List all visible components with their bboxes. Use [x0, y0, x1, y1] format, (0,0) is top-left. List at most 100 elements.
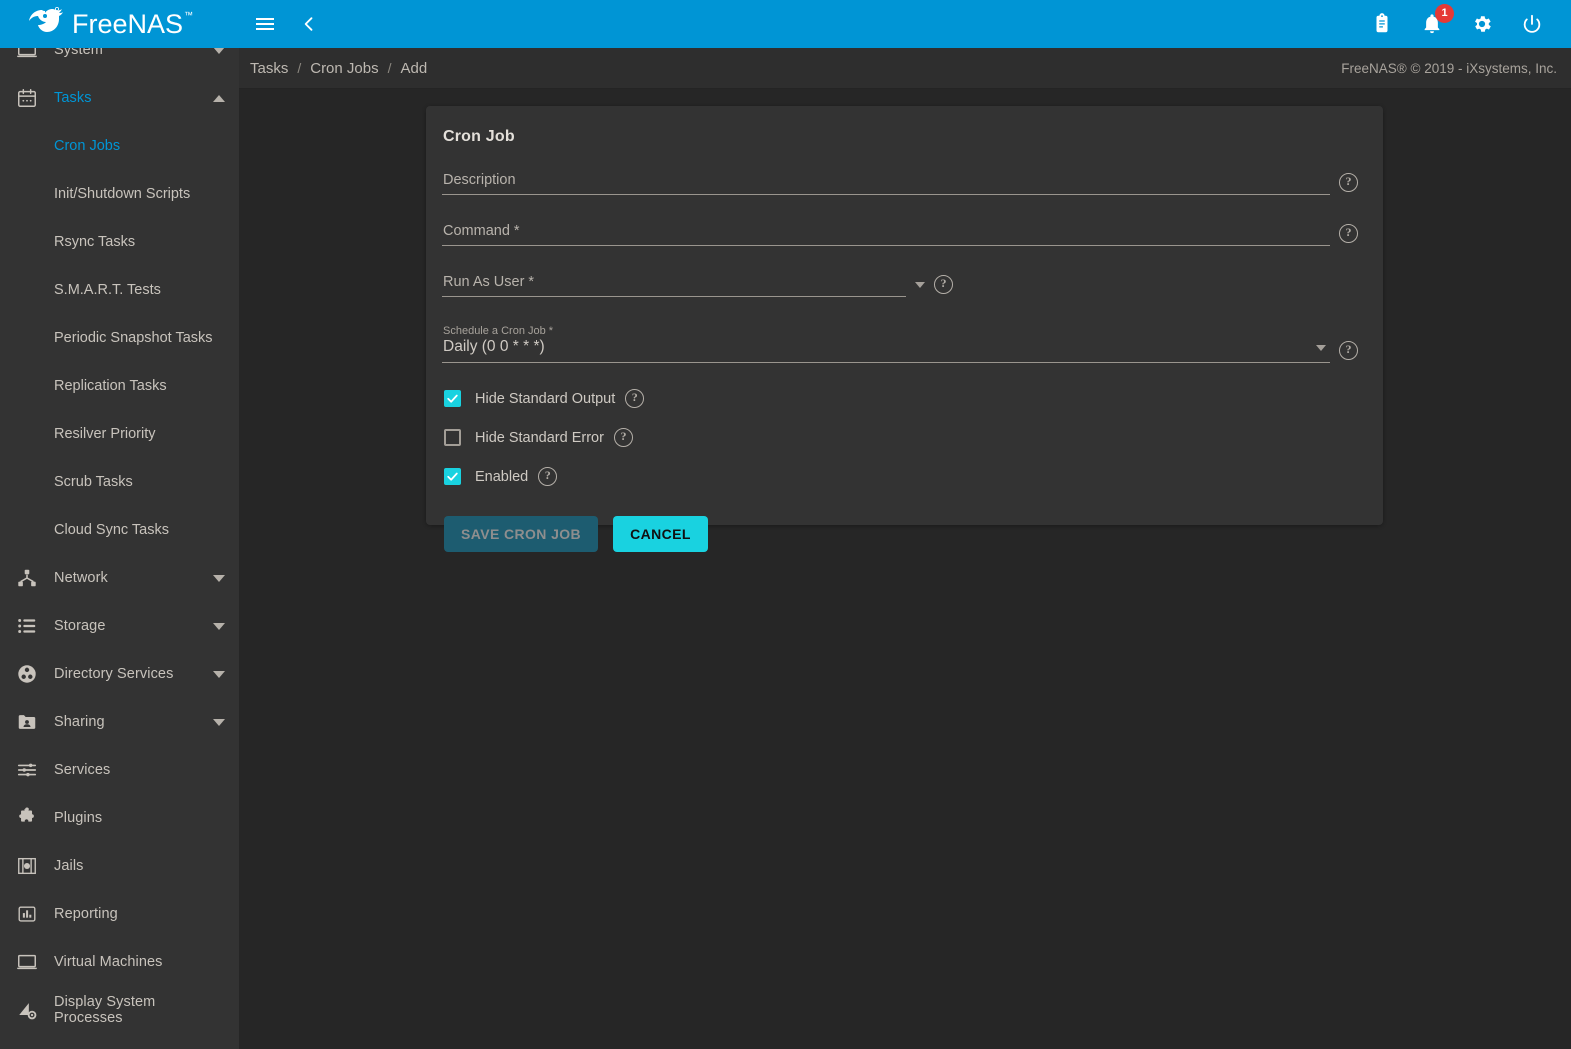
- clipboard-icon[interactable]: [1369, 11, 1395, 37]
- description-help-icon[interactable]: ?: [1339, 173, 1358, 192]
- monitor-icon: [12, 950, 42, 974]
- svg-text:FreeNAS: FreeNAS: [72, 9, 183, 39]
- breadcrumb-item-cron-jobs[interactable]: Cron Jobs: [310, 60, 378, 77]
- run-as-user-help-icon[interactable]: ?: [934, 275, 953, 294]
- sidebar-subitem-smart-tests[interactable]: S.M.A.R.T. Tests: [0, 266, 239, 314]
- description-input[interactable]: Description: [442, 172, 1330, 195]
- sidebar-item-network[interactable]: Network: [0, 554, 239, 602]
- sidebar-item-label: Network: [54, 570, 108, 586]
- form-title: Cron Job: [443, 128, 515, 145]
- sidebar-item-tasks[interactable]: Tasks: [0, 74, 239, 122]
- sidebar-item-jails[interactable]: Jails: [0, 842, 239, 890]
- processes-icon: [12, 998, 42, 1022]
- notifications-bell-icon[interactable]: 1: [1419, 4, 1454, 37]
- run-as-user-select[interactable]: Run As User *: [442, 274, 906, 297]
- schedule-help-icon[interactable]: ?: [1339, 341, 1358, 360]
- breadcrumb-separator: /: [297, 60, 302, 76]
- freenas-logo-icon: FreeNAS ™: [29, 7, 193, 39]
- sidebar-item-display-system-processes[interactable]: Display System Processes: [0, 986, 239, 1034]
- sidebar-subitem-label: S.M.A.R.T. Tests: [54, 282, 161, 298]
- enabled-row[interactable]: Enabled ?: [444, 467, 1365, 486]
- sidebar-item-services[interactable]: Services: [0, 746, 239, 794]
- bar-chart-icon: [12, 902, 42, 926]
- hamburger-menu-icon[interactable]: [252, 11, 278, 37]
- sidebar-subitem-label: Replication Tasks: [54, 378, 167, 394]
- sidebar-item-sharing[interactable]: Sharing: [0, 698, 239, 746]
- sidebar-nav: System Tasks Cron Jobs Init/Shutdown Scr…: [0, 48, 239, 1049]
- schedule-label: Schedule a Cron Job *: [443, 325, 554, 337]
- freenas-logo[interactable]: FreeNAS ™: [0, 0, 240, 48]
- chevron-left-icon[interactable]: [296, 11, 322, 37]
- sidebar-subitem-label: Init/Shutdown Scripts: [54, 186, 191, 202]
- sidebar-item-label: Directory Services: [54, 666, 174, 682]
- schedule-field-row: Schedule a Cron Job * Daily (0 0 * * *) …: [442, 325, 1365, 363]
- enabled-checkbox[interactable]: [444, 468, 461, 485]
- sidebar-item-label: System: [54, 48, 103, 58]
- sidebar-item-label: Sharing: [54, 714, 105, 730]
- command-label: Command *: [443, 223, 520, 239]
- chevron-down-icon[interactable]: [1316, 345, 1326, 351]
- sidebar-subitem-periodic-snapshot-tasks[interactable]: Periodic Snapshot Tasks: [0, 314, 239, 362]
- chevron-down-icon[interactable]: [213, 48, 225, 54]
- chevron-down-icon[interactable]: [213, 670, 225, 678]
- sidebar-item-reporting[interactable]: Reporting: [0, 890, 239, 938]
- sidebar-item-label: Reporting: [54, 906, 118, 922]
- sidebar-item-directory-services[interactable]: Directory Services: [0, 650, 239, 698]
- hide-standard-error-checkbox[interactable]: [444, 429, 461, 446]
- sidebar-subitem-cron-jobs[interactable]: Cron Jobs: [0, 122, 239, 170]
- hide-standard-output-help-icon[interactable]: ?: [625, 389, 645, 408]
- sidebar-item-label: Services: [54, 762, 111, 778]
- sidebar-subitem-resilver-priority[interactable]: Resilver Priority: [0, 410, 239, 458]
- chevron-down-icon[interactable]: [213, 718, 225, 726]
- sidebar-tasks-submenu: Cron Jobs Init/Shutdown Scripts Rsync Ta…: [0, 122, 239, 554]
- jail-bars-icon: [12, 854, 42, 878]
- form-actions: SAVE CRON JOB CANCEL: [444, 516, 1365, 552]
- sidebar-item-system[interactable]: System: [0, 48, 239, 74]
- chevron-up-icon[interactable]: [213, 94, 225, 102]
- description-field-row: Description ?: [442, 172, 1365, 195]
- chevron-down-icon[interactable]: [915, 282, 925, 288]
- enabled-help-icon[interactable]: ?: [538, 467, 558, 486]
- run-as-user-field-row: Run As User * ?: [442, 274, 1365, 297]
- svg-text:™: ™: [184, 10, 193, 20]
- hide-standard-output-label: Hide Standard Output: [475, 390, 616, 407]
- hide-standard-error-row[interactable]: Hide Standard Error ?: [444, 428, 1365, 447]
- sidebar-subitem-label: Cloud Sync Tasks: [54, 522, 169, 538]
- directory-services-icon: [12, 662, 42, 686]
- desktop-icon: [12, 48, 42, 62]
- sidebar-subitem-label: Periodic Snapshot Tasks: [54, 330, 213, 346]
- notification-badge: 1: [1435, 4, 1454, 23]
- breadcrumb-separator: /: [387, 60, 392, 76]
- sidebar-subitem-rsync-tasks[interactable]: Rsync Tasks: [0, 218, 239, 266]
- sidebar-subitem-init-shutdown-scripts[interactable]: Init/Shutdown Scripts: [0, 170, 239, 218]
- hide-standard-output-checkbox[interactable]: [444, 390, 461, 407]
- hide-standard-error-help-icon[interactable]: ?: [613, 428, 633, 447]
- command-input[interactable]: Command *: [442, 223, 1330, 246]
- check-icon: [447, 394, 458, 403]
- cancel-button[interactable]: CANCEL: [613, 516, 708, 552]
- power-icon[interactable]: [1519, 11, 1545, 37]
- chevron-down-icon[interactable]: [213, 574, 225, 582]
- sidebar-item-virtual-machines[interactable]: Virtual Machines: [0, 938, 239, 986]
- hide-standard-output-row[interactable]: Hide Standard Output ?: [444, 389, 1365, 408]
- sidebar-subitem-scrub-tasks[interactable]: Scrub Tasks: [0, 458, 239, 506]
- command-help-icon[interactable]: ?: [1339, 224, 1358, 243]
- check-icon: [447, 472, 458, 481]
- sidebar-subitem-label: Rsync Tasks: [54, 234, 136, 250]
- save-cron-job-button[interactable]: SAVE CRON JOB: [444, 516, 599, 552]
- enabled-label: Enabled: [475, 468, 529, 485]
- breadcrumb-bar: Tasks / Cron Jobs / Add FreeNAS® © 2019 …: [239, 48, 1571, 89]
- sidebar-subitem-replication-tasks[interactable]: Replication Tasks: [0, 362, 239, 410]
- tune-sliders-icon: [12, 758, 42, 782]
- breadcrumb-item-tasks[interactable]: Tasks: [250, 60, 288, 77]
- schedule-select[interactable]: Schedule a Cron Job * Daily (0 0 * * *): [442, 325, 1330, 363]
- sidebar-item-storage[interactable]: Storage: [0, 602, 239, 650]
- chevron-down-icon[interactable]: [213, 622, 225, 630]
- top-app-bar: FreeNAS ™ 1: [0, 0, 1571, 48]
- sidebar-item-plugins[interactable]: Plugins: [0, 794, 239, 842]
- gear-icon[interactable]: [1469, 11, 1495, 37]
- puzzle-piece-icon: [12, 806, 42, 830]
- sidebar-item-label: Plugins: [54, 810, 103, 826]
- sidebar-subitem-cloud-sync-tasks[interactable]: Cloud Sync Tasks: [0, 506, 239, 554]
